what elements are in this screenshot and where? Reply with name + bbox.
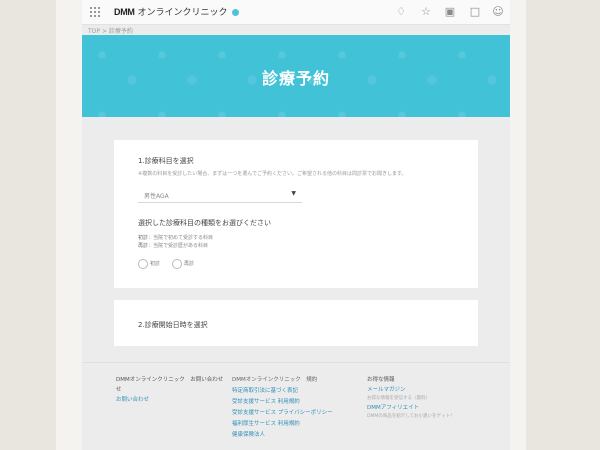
tablet-screen: DMM オンラインクリニック ♢ ☆ ▣ □ ☺ TOP > 診療予約 診療予約… — [82, 0, 510, 450]
footer-mail-sub: お得な情報を受信する（無料） — [367, 396, 430, 401]
footer-affiliate-link[interactable]: DMMアフィリエイト — [367, 403, 454, 413]
grid-apps-icon[interactable] — [90, 7, 101, 18]
cart-icon[interactable]: □ — [468, 5, 482, 19]
department-select-value: 男性AGA — [144, 193, 169, 200]
footer-terms-link[interactable]: 特定商取引法に基づく表記 — [232, 386, 333, 397]
site-header: DMM オンラインクリニック ♢ ☆ ▣ □ ☺ — [82, 0, 510, 25]
logo-brand: DMM — [114, 7, 135, 17]
visit-type-title: 選択した診療科目の種類をお選びください — [138, 219, 271, 227]
site-footer: DMMオンラインクリニック お問い合わせ せ お問い合わせ DMMオンラインクリ… — [82, 362, 510, 450]
user-icon[interactable]: ☺ — [491, 5, 505, 19]
inbox-icon[interactable]: ▣ — [443, 5, 457, 19]
footer-terms-link[interactable]: 福利厚生サービス 利用規約 — [232, 419, 333, 430]
breadcrumb: TOP > 診療予約 — [88, 26, 133, 35]
step1-title: 1.診療科目を選択 — [138, 157, 194, 165]
bell-icon[interactable]: ♢ — [394, 5, 408, 19]
footer-mail-link[interactable]: メールマガジン — [367, 385, 454, 395]
footer-terms-link[interactable]: 受診支援サービス 利用規約 — [232, 397, 333, 408]
site-logo[interactable]: DMM オンラインクリニック — [114, 5, 240, 18]
breadcrumb-home[interactable]: TOP — [88, 28, 100, 35]
footer-col-contact: DMMオンラインクリニック お問い合わせ せ お問い合わせ — [116, 375, 223, 405]
footer-contact-heading-wrap: せ — [116, 387, 122, 393]
footer-terms-heading: DMMオンラインクリニック 規約 — [232, 377, 318, 383]
page-title: 診療予約 — [261, 69, 330, 88]
caret-down-icon: ▼ — [291, 190, 296, 197]
footer-terms-link[interactable]: 受診支援サービス プライバシーポリシー — [232, 408, 333, 419]
footer-terms-link[interactable]: 健康保険法人 — [232, 430, 333, 441]
breadcrumb-separator: > — [101, 28, 107, 35]
footer-affiliate-sub: DMMの商品を紹介してお小遣いをゲット！ — [367, 414, 455, 419]
footer-col-terms: DMMオンラインクリニック 規約 特定商取引法に基づく表記 受診支援サービス 利… — [232, 375, 333, 441]
logo-text: オンラインクリニック — [137, 8, 228, 18]
step2-card[interactable]: 2.診療開始日時を選択 — [114, 300, 478, 346]
step1-note: ※複数の科目を受診したい場合、まずは一つを選んでご予約ください。ご希望される他の… — [138, 171, 407, 177]
breadcrumb-current: 診療予約 — [108, 28, 133, 35]
footer-col-deals: お得な情報 メールマガジン お得な情報を受信する（無料） DMMアフィリエイト … — [367, 375, 454, 421]
first-visit-desc-text: 当院で初めて受診する科目 — [153, 235, 214, 241]
first-visit-desc: 初診：当院で初めて受診する科目 — [138, 235, 214, 241]
footer-contact-link[interactable]: お問い合わせ — [116, 395, 223, 405]
footer-deals-heading: お得な情報 — [367, 377, 395, 383]
logo-badge-icon — [232, 9, 240, 16]
first-visit-label: 初診 — [138, 235, 149, 241]
hero-banner: 診療予約 — [82, 35, 510, 117]
return-visit-desc-text: 当院で受診歴がある科目 — [153, 243, 209, 249]
radio-return-visit[interactable] — [172, 259, 182, 269]
step1-card: 1.診療科目を選択 ※複数の科目を受診したい場合、まずは一つを選んでご予約くださ… — [114, 140, 478, 288]
step2-title: 2.診療開始日時を選択 — [138, 321, 208, 329]
star-icon[interactable]: ☆ — [419, 5, 433, 19]
radio-return-visit-label[interactable]: 再診 — [184, 260, 194, 267]
department-select[interactable]: 男性AGA ▼ — [138, 186, 302, 203]
footer-contact-heading: DMMオンラインクリニック お問い合わせ — [116, 377, 224, 383]
radio-first-visit-label[interactable]: 初診 — [150, 260, 160, 267]
radio-first-visit[interactable] — [138, 259, 148, 269]
return-visit-desc: 再診：当院で受診歴がある科目 — [138, 243, 209, 249]
return-visit-label: 再診 — [138, 243, 149, 249]
